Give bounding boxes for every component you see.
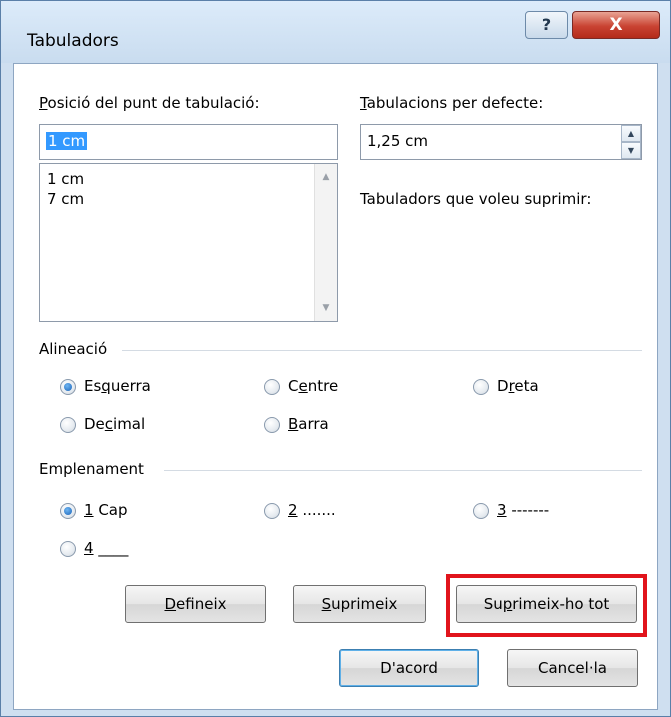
label-part: D bbox=[497, 377, 509, 395]
tabs-to-clear-label: Tabuladors que voleu suprimir: bbox=[360, 190, 592, 208]
tabs-dialog: Tabuladors ? X Posició del punt de tabul… bbox=[0, 0, 671, 717]
label-part: ntre bbox=[307, 377, 339, 395]
label-part: C bbox=[288, 377, 299, 395]
group-divider bbox=[122, 350, 642, 351]
label-part: arra bbox=[298, 415, 329, 433]
access-key: e bbox=[298, 377, 308, 395]
label-text: abulacions per defecte: bbox=[366, 94, 544, 112]
radio-left[interactable] bbox=[60, 379, 76, 395]
radio-leader-2-label[interactable]: 2 ....... bbox=[288, 501, 336, 519]
ok-button[interactable]: D'acord bbox=[339, 649, 479, 687]
access-key: D bbox=[164, 595, 177, 613]
access-key: T bbox=[360, 94, 367, 112]
access-key: 2 bbox=[288, 501, 298, 519]
radio-right-label[interactable]: Dreta bbox=[497, 377, 539, 395]
title-bar: Tabuladors ? X bbox=[1, 1, 670, 63]
set-button[interactable]: Defineix bbox=[125, 585, 266, 623]
radio-decimal-label[interactable]: Decimal bbox=[84, 415, 145, 433]
help-button[interactable]: ? bbox=[525, 11, 568, 39]
radio-left-label[interactable]: Esquerra bbox=[84, 377, 151, 395]
radio-leader-4-label[interactable]: 4 ____ bbox=[84, 539, 128, 557]
radio-bar[interactable] bbox=[264, 417, 280, 433]
tab-stop-position-value: 1 cm bbox=[46, 132, 88, 150]
default-tab-stops-label: Tabulacions per defecte: bbox=[360, 94, 543, 112]
group-divider bbox=[164, 470, 642, 471]
label-part: De bbox=[84, 415, 105, 433]
dialog-body: Posició del punt de tabulació: 1 cm 1 cm… bbox=[13, 63, 658, 710]
clear-button[interactable]: Suprimeix bbox=[293, 585, 426, 623]
spin-up-icon[interactable]: ▲ bbox=[621, 125, 641, 142]
label-part: ....... bbox=[297, 501, 336, 519]
clear-all-button[interactable]: Suprimeix-ho tot bbox=[456, 585, 637, 623]
tab-stop-position-input[interactable]: 1 cm bbox=[39, 124, 338, 160]
leader-heading: Emplenament bbox=[39, 460, 144, 478]
radio-leader-3[interactable] bbox=[473, 503, 489, 519]
radio-right[interactable] bbox=[473, 379, 489, 395]
alignment-heading: Alineació bbox=[39, 340, 108, 358]
label-part: uerra bbox=[110, 377, 151, 395]
label-part: Cap bbox=[93, 501, 128, 519]
label-part: imal bbox=[113, 415, 146, 433]
label-part: eta bbox=[514, 377, 539, 395]
radio-center[interactable] bbox=[264, 379, 280, 395]
radio-leader-1[interactable] bbox=[60, 503, 76, 519]
radio-bar-label[interactable]: Barra bbox=[288, 415, 329, 433]
list-item[interactable]: 7 cm bbox=[47, 190, 84, 208]
close-icon: X bbox=[609, 15, 623, 35]
tab-stops-list[interactable]: 1 cm 7 cm ▲ ▼ bbox=[39, 163, 338, 322]
radio-center-label[interactable]: Centre bbox=[288, 377, 338, 395]
radio-leader-3-label[interactable]: 3 ------- bbox=[497, 501, 549, 519]
access-key: B bbox=[288, 415, 299, 433]
scroll-up-icon[interactable]: ▲ bbox=[315, 172, 337, 182]
scroll-down-icon[interactable]: ▼ bbox=[315, 303, 337, 313]
radio-decimal[interactable] bbox=[60, 417, 76, 433]
button-label: rimeix-ho tot bbox=[512, 595, 610, 613]
label-text: osició del punt de tabulació: bbox=[47, 94, 260, 112]
close-button[interactable]: X bbox=[572, 11, 660, 39]
label-part: ------- bbox=[506, 501, 550, 519]
access-key: c bbox=[104, 415, 114, 433]
list-item[interactable]: 1 cm bbox=[47, 170, 84, 188]
spin-control[interactable]: ▲ ▼ bbox=[621, 125, 641, 159]
label-part: Es bbox=[84, 377, 102, 395]
access-key: 3 bbox=[497, 501, 507, 519]
radio-leader-2[interactable] bbox=[264, 503, 280, 519]
list-scrollbar[interactable]: ▲ ▼ bbox=[314, 164, 337, 321]
access-key: q bbox=[101, 377, 111, 395]
access-key: 1 bbox=[84, 501, 94, 519]
default-tab-stops-value: 1,25 cm bbox=[367, 132, 429, 150]
access-key: 4 bbox=[84, 539, 94, 557]
default-tab-stops-input[interactable]: 1,25 cm ▲ ▼ bbox=[360, 124, 642, 160]
access-key: P bbox=[39, 94, 48, 112]
radio-leader-1-label[interactable]: 1 Cap bbox=[84, 501, 128, 519]
label-part: ____ bbox=[93, 539, 129, 557]
tab-stop-position-label: Posició del punt de tabulació: bbox=[39, 94, 260, 112]
access-key: p bbox=[502, 595, 513, 613]
button-label: Su bbox=[483, 595, 503, 613]
access-key: S bbox=[321, 595, 332, 613]
help-icon: ? bbox=[541, 15, 552, 34]
dialog-title: Tabuladors bbox=[27, 31, 119, 51]
spin-down-icon[interactable]: ▼ bbox=[621, 142, 641, 159]
radio-leader-4[interactable] bbox=[60, 541, 76, 557]
cancel-button[interactable]: Cancel·la bbox=[507, 649, 638, 687]
button-label: efineix bbox=[176, 595, 227, 613]
button-label: uprimeix bbox=[331, 595, 398, 613]
